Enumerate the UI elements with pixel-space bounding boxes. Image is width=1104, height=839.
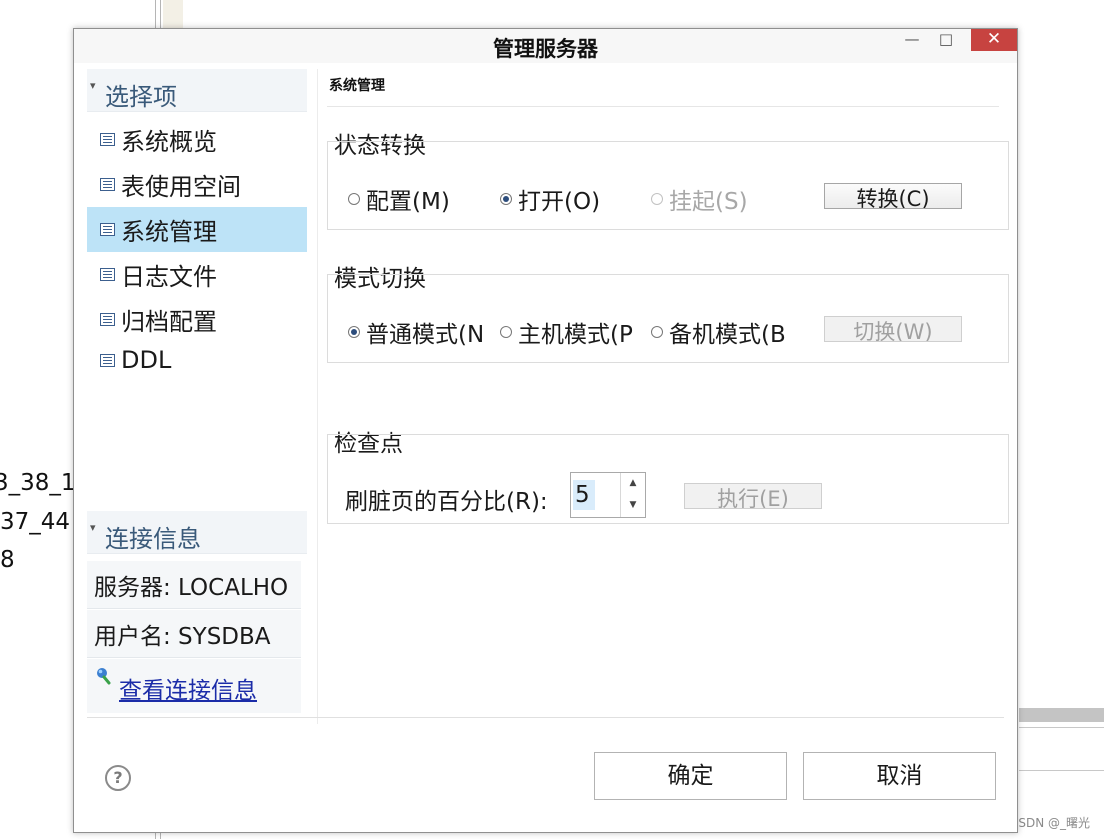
- list-icon: [100, 268, 115, 281]
- connection-icon: [97, 668, 111, 685]
- sidebar-item-label: DDL: [121, 346, 172, 374]
- radio-indicator: [500, 326, 512, 338]
- sidebar-item-log-files[interactable]: 日志文件: [87, 252, 307, 297]
- background-text-line: 37_44: [0, 509, 71, 535]
- execute-button[interactable]: 执行(E): [684, 483, 822, 509]
- background-divider-line: [155, 833, 156, 839]
- connection-section-header[interactable]: ▾ 连接信息: [87, 511, 307, 554]
- spinner-down-icon[interactable]: ▼: [620, 495, 645, 517]
- background-divider-line: [1019, 770, 1104, 771]
- mode-standby-radio[interactable]: 备机模式(B: [651, 315, 787, 349]
- options-section-header[interactable]: ▾ 选择项: [87, 69, 307, 112]
- background-divider-line: [155, 0, 156, 28]
- dialog-title: 管理服务器: [493, 37, 598, 61]
- background-divider-line: [160, 833, 161, 839]
- radio-indicator: [348, 193, 360, 205]
- mode-group-box: 普通模式(N 主机模式(P 备机模式(B 切换(W): [327, 274, 1009, 363]
- list-icon: [100, 178, 115, 191]
- sidebar-item-system-overview[interactable]: 系统概览: [87, 117, 307, 162]
- system-management-panel: 系统管理 状态转换 配置(M) 打开(O) 挂起(S) 转换(C) 模式切换 普…: [327, 69, 1011, 709]
- sidebar-item-ddl[interactable]: DDL: [87, 342, 307, 378]
- list-icon: [100, 313, 115, 326]
- help-icon[interactable]: ?: [105, 765, 131, 791]
- ok-button[interactable]: 确定: [594, 752, 787, 800]
- options-nav-list: 系统概览 表使用空间 系统管理 日志文件 归档配置 DDL: [87, 117, 307, 378]
- radio-indicator: [348, 326, 360, 338]
- state-config-radio[interactable]: 配置(M): [348, 182, 450, 216]
- radio-indicator: [651, 326, 663, 338]
- list-icon: [100, 353, 115, 367]
- background-divider-line: [1019, 727, 1104, 728]
- dirty-page-label: 刷脏页的百分比(R):: [345, 489, 548, 515]
- state-open-radio[interactable]: 打开(O): [500, 182, 600, 216]
- radio-label: 主机模式(P: [518, 322, 633, 348]
- sidebar-divider: [317, 69, 318, 724]
- switch-button[interactable]: 切换(W): [824, 316, 962, 342]
- collapse-arrow-icon: ▾: [90, 79, 96, 92]
- options-section-title: 选择项: [105, 83, 177, 111]
- footer-divider: [87, 717, 1004, 718]
- spinner-up-icon[interactable]: ▲: [620, 473, 645, 495]
- sidebar-item-label: 系统管理: [121, 218, 217, 246]
- background-scrollbar: [1019, 708, 1104, 722]
- maximize-button[interactable]: □: [929, 29, 963, 51]
- mode-normal-radio[interactable]: 普通模式(N: [348, 315, 483, 349]
- close-button[interactable]: ✕: [971, 29, 1017, 51]
- options-sidebar: ▾ 选择项 系统概览 表使用空间 系统管理 日志文件 归档配置 DDL ▾ 连接…: [87, 69, 309, 724]
- cancel-button[interactable]: 取消: [803, 752, 996, 800]
- radio-indicator: [651, 193, 663, 205]
- sidebar-item-label: 系统概览: [121, 128, 217, 156]
- user-info: 用户名: SYSDBA: [87, 610, 301, 658]
- radio-indicator: [500, 193, 512, 205]
- convert-button[interactable]: 转换(C): [824, 183, 962, 209]
- state-group-box: 配置(M) 打开(O) 挂起(S) 转换(C): [327, 141, 1009, 230]
- radio-label: 挂起(S): [669, 189, 748, 215]
- sidebar-item-label: 日志文件: [121, 263, 217, 291]
- dirty-page-spinner[interactable]: 5 ▲ ▼: [570, 472, 646, 518]
- server-info: 服务器: LOCALHO: [87, 561, 301, 609]
- title-divider: [327, 106, 999, 107]
- minimize-button[interactable]: —: [895, 29, 929, 51]
- watermark: CSDN @_曙光: [1009, 816, 1090, 830]
- sidebar-item-label: 表使用空间: [121, 173, 241, 201]
- page-title: 系统管理: [329, 78, 385, 94]
- manage-server-dialog: 管理服务器 — □ ✕ ▾ 选择项 系统概览 表使用空间 系统管理 日志文件 归…: [73, 28, 1018, 833]
- background-divider-line: [160, 0, 161, 28]
- radio-label: 打开(O): [518, 189, 601, 215]
- background-text-line: 3_38_1: [0, 470, 76, 496]
- list-icon: [100, 223, 115, 236]
- state-suspend-radio[interactable]: 挂起(S): [651, 182, 748, 216]
- radio-label: 普通模式(N: [366, 322, 483, 348]
- radio-label: 备机模式(B: [669, 322, 786, 348]
- collapse-arrow-icon: ▾: [90, 521, 96, 534]
- sidebar-item-table-space[interactable]: 表使用空间: [87, 162, 307, 207]
- list-icon: [100, 133, 115, 146]
- background-text-line: 8: [0, 547, 15, 573]
- sidebar-item-archive-config[interactable]: 归档配置: [87, 297, 307, 342]
- mode-primary-radio[interactable]: 主机模式(P: [500, 315, 636, 349]
- sidebar-item-system-management[interactable]: 系统管理: [87, 207, 307, 252]
- view-connection-row: 查看连接信息: [87, 659, 301, 713]
- background-panel: [163, 0, 183, 28]
- sidebar-item-label: 归档配置: [121, 308, 217, 336]
- view-connection-link[interactable]: 查看连接信息: [119, 671, 257, 705]
- radio-label: 配置(M): [366, 189, 450, 215]
- connection-section-title: 连接信息: [105, 525, 201, 553]
- dirty-page-input[interactable]: 5: [573, 480, 595, 510]
- dialog-titlebar[interactable]: 管理服务器 — □ ✕: [74, 29, 1017, 63]
- checkpoint-group-box: 刷脏页的百分比(R): 5 ▲ ▼ 执行(E): [327, 434, 1009, 524]
